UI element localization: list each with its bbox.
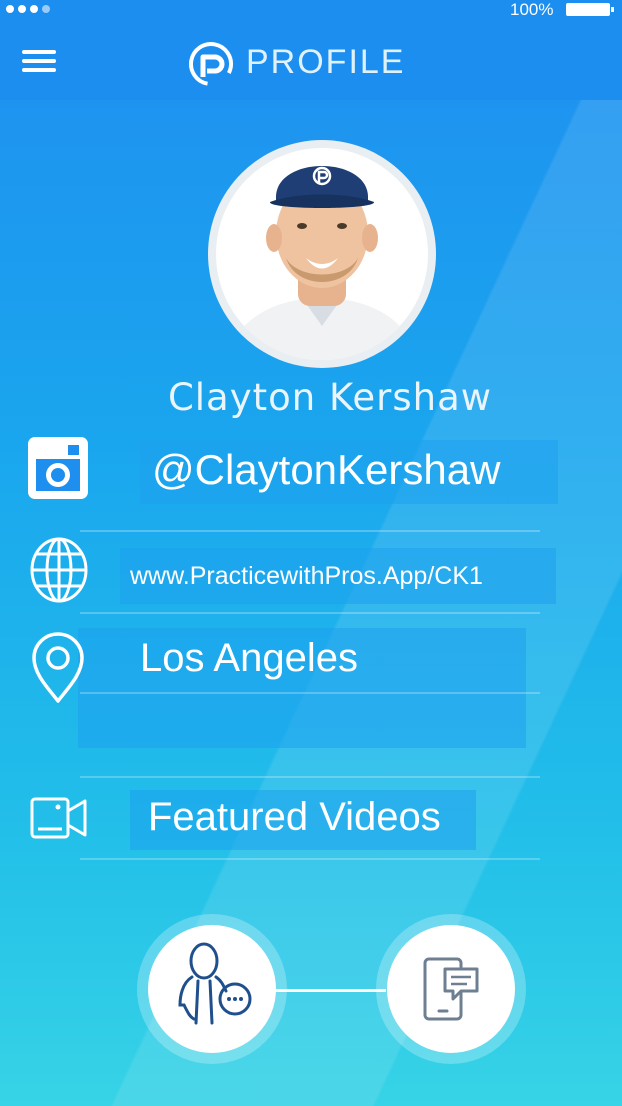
instagram-handle[interactable]: @ClaytonKershaw <box>152 446 500 494</box>
location-city: Los Angeles <box>140 636 358 680</box>
message-button[interactable] <box>387 925 515 1053</box>
status-bar: 100% <box>0 0 622 20</box>
action-connector <box>270 989 386 992</box>
globe-icon <box>30 537 88 603</box>
video-camera-icon <box>30 797 87 839</box>
profile-screen: 100% PROFILE Clayton Kershaw @ClaytonKer… <box>0 0 622 1106</box>
divider <box>80 776 540 778</box>
app-header: PROFILE <box>0 20 622 100</box>
divider <box>80 858 540 860</box>
person-chat-icon <box>178 942 252 1025</box>
location-pin-icon <box>32 632 84 703</box>
battery-icon <box>566 3 614 16</box>
website-link[interactable]: www.PracticewithPros.App/CK1 <box>130 562 483 591</box>
contact-pro-button[interactable] <box>148 925 276 1053</box>
avatar <box>216 148 428 360</box>
signal-icon <box>6 5 50 13</box>
hamburger-menu-icon[interactable] <box>22 50 56 74</box>
featured-videos-label[interactable]: Featured Videos <box>148 795 441 840</box>
divider <box>80 612 540 614</box>
phone-message-icon <box>423 957 479 1021</box>
avatar-photo <box>226 166 418 360</box>
page-title: PROFILE <box>246 43 406 81</box>
instagram-icon <box>28 437 88 499</box>
battery-percent: 100% <box>510 0 554 19</box>
pwp-logo-icon <box>189 42 233 86</box>
divider <box>80 692 540 694</box>
divider <box>80 530 540 532</box>
profile-name: Clayton Kershaw <box>167 376 493 419</box>
